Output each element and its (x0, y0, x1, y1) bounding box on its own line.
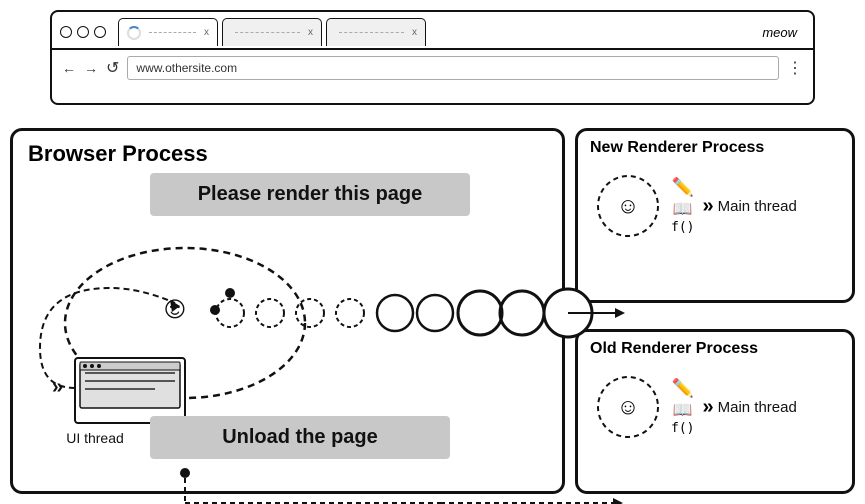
old-renderer-title: Old Renderer Process (578, 332, 852, 366)
new-renderer-thread: » Main thread (702, 195, 796, 218)
old-renderer-thread: » Main thread (702, 396, 796, 419)
back-button[interactable]: ← (62, 60, 76, 76)
traffic-lights (60, 26, 106, 38)
forward-button[interactable]: → (84, 60, 98, 76)
tab-line-3 (339, 32, 404, 33)
traffic-light-1 (60, 26, 72, 38)
refresh-button[interactable]: ↺ (106, 58, 119, 78)
traffic-light-3 (94, 26, 106, 38)
browser-process-title: Browser Process (13, 131, 562, 177)
tab-bar: x x x meow (52, 12, 813, 50)
old-renderer-book-icons: ✏️ 📖 f() (671, 378, 694, 436)
old-renderer-box: Old Renderer Process ☺ ✏️ 📖 f() » Main t… (575, 329, 855, 494)
render-banner: Please render this page (150, 173, 470, 216)
tab-1[interactable]: x (118, 18, 218, 46)
new-renderer-title: New Renderer Process (578, 131, 852, 165)
diagram-area: Browser Process New Renderer Process ☺ ✏… (0, 118, 865, 504)
new-renderer-arrow-icon: » (702, 195, 713, 218)
new-renderer-main-thread-label: Main thread (718, 198, 797, 215)
address-input[interactable]: www.othersite.com (127, 56, 779, 80)
old-renderer-pencil-icon: ✏️ (672, 378, 694, 399)
tab-3[interactable]: x (326, 18, 426, 46)
tab-close-3[interactable]: x (412, 27, 417, 38)
new-renderer-book-icon: 📖 (673, 199, 693, 219)
old-renderer-arrow-icon: » (702, 396, 713, 419)
tab-close-1[interactable]: x (204, 27, 209, 38)
tab-meow-label: meow (762, 25, 805, 40)
address-bar-row: ← → ↺ www.othersite.com ⋮ (52, 50, 813, 86)
new-renderer-face-icon: ☺ (617, 193, 639, 219)
unload-banner: Unload the page (150, 416, 450, 459)
old-renderer-face-container: ☺ (593, 372, 663, 442)
new-renderer-face-container: ☺ (593, 171, 663, 241)
new-renderer-content: ☺ ✏️ 📖 f() » Main thread (593, 171, 797, 241)
old-renderer-code-icon: f() (671, 421, 694, 436)
new-renderer-code-icon: f() (671, 220, 694, 235)
browser-chrome: x x x meow ← → ↺ www.othersite.com ⋮ (50, 10, 815, 105)
tab-line-2 (235, 32, 300, 33)
old-renderer-face-icon: ☺ (617, 394, 639, 420)
tab-loading-icon (127, 26, 141, 40)
tab-close-2[interactable]: x (308, 27, 313, 38)
new-renderer-box: New Renderer Process ☺ ✏️ 📖 f() » Main t… (575, 128, 855, 303)
new-renderer-pencil-icon: ✏️ (672, 177, 694, 198)
tab-2[interactable]: x (222, 18, 322, 46)
old-renderer-content: ☺ ✏️ 📖 f() » Main thread (593, 372, 797, 442)
old-renderer-book-icon: 📖 (673, 400, 693, 420)
menu-button[interactable]: ⋮ (787, 58, 803, 78)
old-renderer-main-thread-label: Main thread (718, 399, 797, 416)
tab-line-1 (149, 32, 196, 33)
traffic-light-2 (77, 26, 89, 38)
new-renderer-book-icons: ✏️ 📖 f() (671, 177, 694, 235)
